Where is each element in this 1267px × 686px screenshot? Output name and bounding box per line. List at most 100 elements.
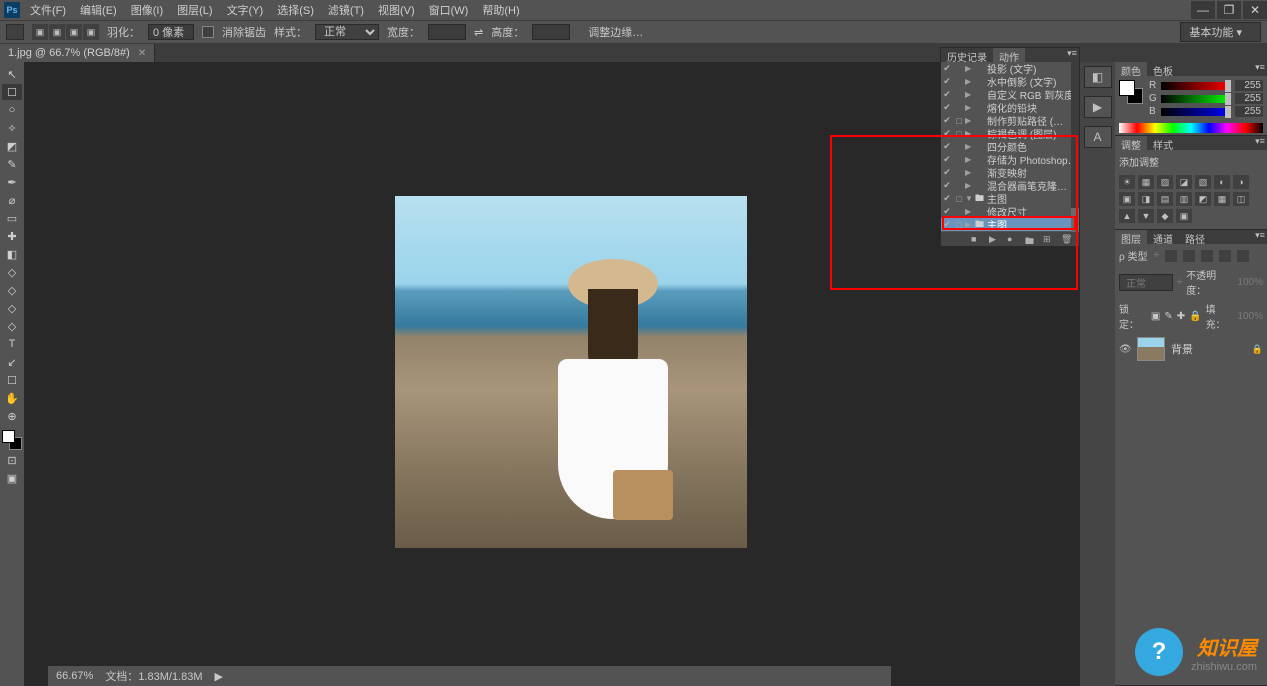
dock-icon-1[interactable]: ◧ [1084,66,1112,88]
layer-kind-label[interactable]: ρ 类型 [1119,248,1147,263]
adjustment-icon[interactable]: ▥ [1176,192,1192,206]
adjustment-icon[interactable]: ▧ [1195,175,1211,189]
screenmode-tool[interactable]: ▣ [2,470,22,486]
menu-window[interactable]: 窗口(W) [429,2,469,18]
tab-channels[interactable]: 通道 [1147,230,1179,244]
filter-type-icon[interactable] [1201,250,1213,262]
b-slider[interactable] [1161,108,1231,116]
adjustment-icon[interactable]: ▨ [1157,175,1173,189]
g-value[interactable]: 255 [1235,93,1263,104]
fill-value[interactable]: 100% [1237,311,1263,322]
menu-view[interactable]: 视图(V) [378,2,415,18]
minimize-button[interactable]: — [1191,1,1215,19]
menu-file[interactable]: 文件(F) [30,2,66,18]
menu-image[interactable]: 图像(I) [131,2,163,18]
history-brush-tool[interactable]: ✚ [2,228,22,244]
selection-new-icon[interactable]: ▣ [32,24,48,40]
tab-layers[interactable]: 图层 [1115,230,1147,244]
new-set-icon[interactable]: 🖿 [1025,234,1037,244]
r-slider[interactable] [1161,82,1231,90]
layer-row[interactable]: 👁 背景 🔒 [1119,333,1263,365]
tool-preset-picker[interactable] [6,24,24,40]
filter-pixel-icon[interactable] [1165,250,1177,262]
style-select[interactable]: 正常 [315,24,379,40]
tab-swatches[interactable]: 色板 [1147,62,1179,76]
menu-edit[interactable]: 编辑(E) [80,2,117,18]
panel-menu-icon[interactable]: ▾≡ [1253,230,1267,244]
panel-menu-icon[interactable]: ▾≡ [1253,62,1267,76]
adjustment-icon[interactable]: ▣ [1119,192,1135,206]
selection-intersect-icon[interactable]: ▣ [83,24,99,40]
lock-move-icon[interactable]: ✚ [1177,311,1185,322]
brush-tool[interactable]: ⌀ [2,192,22,208]
crop-tool[interactable]: ◩ [2,138,22,154]
adjustment-icon[interactable]: ▲ [1119,209,1135,223]
tab-adjustments[interactable]: 调整 [1115,136,1147,150]
panel-color-swatch[interactable] [1119,80,1143,104]
blur-tool[interactable]: ◇ [2,282,22,298]
adjustment-icon[interactable]: ◩ [1195,192,1211,206]
foreground-color[interactable] [2,430,15,443]
visibility-icon[interactable]: 👁 [1119,344,1131,354]
filter-smart-icon[interactable] [1237,250,1249,262]
trash-icon[interactable]: 🗑 [1061,234,1073,244]
adjustment-icon[interactable]: ▦ [1138,175,1154,189]
scrollbar[interactable] [1071,62,1079,232]
lock-pixels-icon[interactable]: ▣ [1151,311,1160,322]
gradient-tool[interactable]: ◇ [2,264,22,280]
marquee-tool[interactable]: ☐ [2,84,22,100]
adjustment-icon[interactable]: ◨ [1138,192,1154,206]
magic-wand-tool[interactable]: ✧ [2,120,22,136]
panel-menu-icon[interactable]: ▾≡ [1065,48,1079,62]
refine-edge-button[interactable]: 调整边缘… [588,24,643,40]
document-canvas[interactable] [395,196,747,548]
link-icon[interactable]: ⇌ [474,26,483,39]
menu-filter[interactable]: 滤镜(T) [328,2,364,18]
stamp-tool[interactable]: ▭ [2,210,22,226]
antialias-checkbox[interactable] [202,26,214,38]
g-slider[interactable] [1161,95,1231,103]
stop-icon[interactable]: ■ [971,234,983,244]
tab-history[interactable]: 历史记录 [941,48,993,62]
workspace-switcher[interactable]: 基本功能 ▾ [1180,22,1261,42]
eraser-tool[interactable]: ◧ [2,246,22,262]
adjustment-icon[interactable]: ▤ [1157,192,1173,206]
adjustment-icon[interactable]: ▦ [1214,192,1230,206]
status-arrow-icon[interactable]: ▶ [215,670,223,683]
height-input[interactable] [532,24,570,40]
move-tool[interactable]: ↖ [2,66,22,82]
tab-actions[interactable]: 动作 [993,48,1025,62]
feather-input[interactable] [148,24,194,40]
layer-name[interactable]: 背景 [1171,341,1193,357]
selection-add-icon[interactable]: ▣ [49,24,65,40]
b-value[interactable]: 255 [1235,106,1263,117]
type-tool[interactable]: T [2,336,22,352]
color-ramp[interactable] [1119,123,1263,133]
r-value[interactable]: 255 [1235,80,1263,91]
tab-paths[interactable]: 路径 [1179,230,1211,244]
adjustment-icon[interactable]: ◐ [1214,175,1230,189]
dodge-tool[interactable]: ◇ [2,300,22,316]
adjustment-icon[interactable]: ◫ [1233,192,1249,206]
adjustment-icon[interactable]: ☀ [1119,175,1135,189]
tab-color[interactable]: 颜色 [1115,62,1147,76]
dock-icon-3[interactable]: A [1084,126,1112,148]
adjustment-icon[interactable]: ▣ [1176,209,1192,223]
filter-adj-icon[interactable] [1183,250,1195,262]
canvas-area[interactable]: 66.67% 文档：1.83M/1.83M ▶ [24,62,1079,686]
shape-tool[interactable]: ☐ [2,372,22,388]
panel-menu-icon[interactable]: ▾≡ [1253,136,1267,150]
layer-thumbnail[interactable] [1137,337,1165,361]
blend-mode-select[interactable]: 正常 [1119,274,1173,291]
eyedropper-tool[interactable]: ✎ [2,156,22,172]
zoom-tool[interactable]: ⊕ [2,408,22,424]
tab-styles[interactable]: 样式 [1147,136,1179,150]
hand-tool[interactable]: ✋ [2,390,22,406]
action-row[interactable]: ✔□▶🖿主图 [941,218,1079,231]
adjustment-icon[interactable]: ◪ [1176,175,1192,189]
lock-paint-icon[interactable]: ✎ [1164,311,1172,322]
close-button[interactable]: ✕ [1243,1,1267,19]
opacity-value[interactable]: 100% [1237,277,1263,288]
adjustment-icon[interactable]: ▼ [1138,209,1154,223]
menu-select[interactable]: 选择(S) [277,2,314,18]
